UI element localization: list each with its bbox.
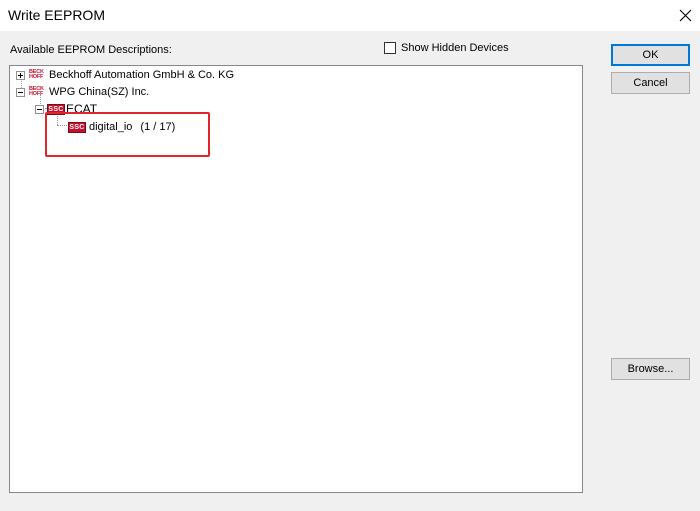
title-bar: Write EEPROM <box>0 0 700 32</box>
close-button[interactable] <box>670 0 700 31</box>
cancel-button[interactable]: Cancel <box>611 72 690 94</box>
tree-item-beckhoff[interactable]: BECK HOFF Beckhoff Automation GmbH & Co.… <box>16 66 234 84</box>
show-hidden-devices-checkbox[interactable]: Show Hidden Devices <box>384 42 509 54</box>
collapse-icon[interactable] <box>16 87 25 97</box>
beckhoff-logo-icon: BECK HOFF <box>29 85 44 97</box>
window-title: Write EEPROM <box>8 7 105 23</box>
expand-icon[interactable] <box>16 70 25 80</box>
tree-item-label: Beckhoff Automation GmbH & Co. KG <box>49 69 235 81</box>
checkbox-box[interactable] <box>384 42 396 54</box>
ok-button[interactable]: OK <box>611 44 690 66</box>
tree-item-wpg-china[interactable]: BECK HOFF WPG China(SZ) Inc. <box>16 83 149 101</box>
tree-item-label: WPG China(SZ) Inc. <box>49 86 150 98</box>
annotation-highlight-box <box>45 112 210 157</box>
close-icon <box>679 9 691 22</box>
collapse-icon[interactable] <box>35 104 44 114</box>
beckhoff-logo-icon: BECK HOFF <box>29 68 44 80</box>
show-hidden-devices-label[interactable]: Show Hidden Devices <box>401 42 509 54</box>
browse-button[interactable]: Browse... <box>611 358 690 380</box>
eeprom-list-label: Available EEPROM Descriptions: <box>10 44 172 56</box>
